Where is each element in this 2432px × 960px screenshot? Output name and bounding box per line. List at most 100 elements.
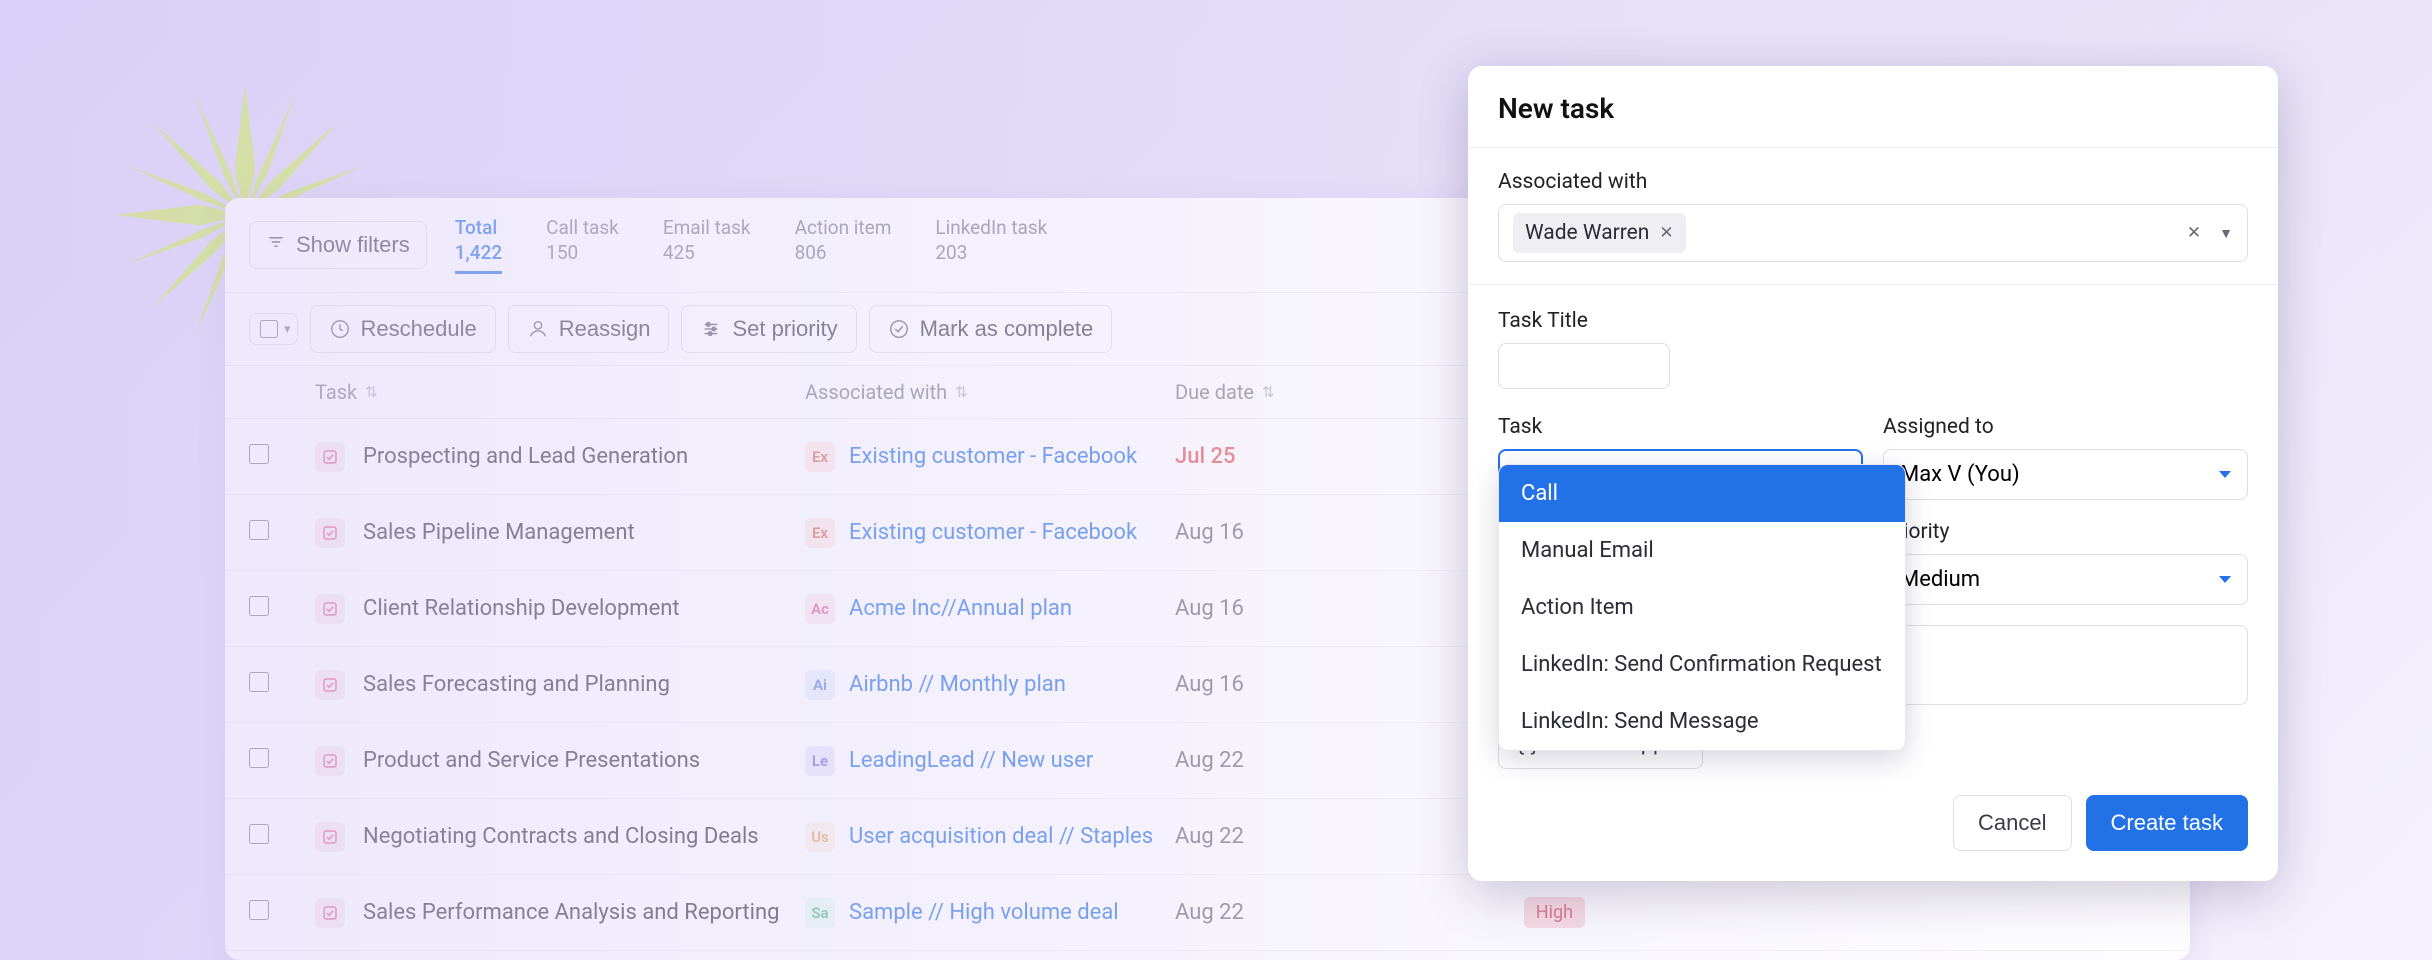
associated-badge: Ex <box>805 518 835 548</box>
dropdown-item[interactable]: LinkedIn: Send Confirmation Request <box>1499 636 1905 693</box>
set-priority-label: Set priority <box>732 316 837 342</box>
task-check-icon <box>315 898 345 928</box>
chip-remove-icon[interactable]: ✕ <box>1659 223 1673 243</box>
stat-tab-label: Total <box>455 216 502 241</box>
due-date: Jul 25 <box>1175 444 1405 469</box>
col-associated-label: Associated with <box>805 380 947 404</box>
task-check-icon <box>315 594 345 624</box>
task-name: Sales Performance Analysis and Reporting <box>363 900 779 925</box>
modal-footer: Cancel Create task <box>1468 769 2278 881</box>
due-date: Aug 22 <box>1175 748 1405 773</box>
task-name: Prospecting and Lead Generation <box>363 444 688 469</box>
due-date: Aug 16 <box>1175 520 1405 545</box>
set-priority-button[interactable]: Set priority <box>681 305 856 353</box>
assigned-to-select[interactable]: Max V (You) <box>1883 449 2248 500</box>
show-filters-button[interactable]: Show filters <box>249 221 427 269</box>
clear-icon[interactable]: ✕ <box>2187 223 2201 243</box>
assigned-to-value: Max V (You) <box>1900 462 2020 487</box>
associated-badge: Us <box>805 822 835 852</box>
associated-badge: Ex <box>805 442 835 472</box>
stat-tab-value: 203 <box>935 241 1047 266</box>
select-all-input[interactable] <box>260 320 278 338</box>
reassign-label: Reassign <box>559 316 651 342</box>
task-name: Product and Service Presentations <box>363 748 700 773</box>
priority-select[interactable]: Medium <box>1883 554 2248 605</box>
sort-icon: ⇅ <box>365 383 378 401</box>
task-check-icon <box>315 746 345 776</box>
create-task-button[interactable]: Create task <box>2086 795 2249 851</box>
associated-link[interactable]: Sample // High volume deal <box>849 900 1119 925</box>
reschedule-label: Reschedule <box>361 316 477 342</box>
check-circle-icon <box>888 318 910 340</box>
dropdown-item[interactable]: Action Item <box>1499 579 1905 636</box>
dropdown-item[interactable]: LinkedIn: Send Message <box>1499 693 1905 750</box>
row-checkbox[interactable] <box>249 672 269 692</box>
priority-badge: High <box>1524 897 1585 928</box>
filter-icon <box>266 232 286 258</box>
due-date: Aug 16 <box>1175 596 1405 621</box>
associated-link[interactable]: Acme Inc//Annual plan <box>849 596 1072 621</box>
reschedule-button[interactable]: Reschedule <box>310 305 496 353</box>
col-due-label: Due date <box>1175 380 1254 404</box>
row-checkbox[interactable] <box>249 444 269 464</box>
stat-tab[interactable]: Total1,422 <box>455 216 502 274</box>
associated-badge: Le <box>805 746 835 776</box>
associated-with-label: Associated with <box>1498 170 2248 194</box>
chevron-down-icon: ▾ <box>284 322 291 337</box>
select-all-checkbox[interactable]: ▾ <box>249 313 298 345</box>
associated-link[interactable]: User acquisition deal // Staples <box>849 824 1153 849</box>
associated-badge: Ai <box>805 670 835 700</box>
dropdown-item[interactable]: Call <box>1499 465 1905 522</box>
task-check-icon <box>315 822 345 852</box>
stat-tab[interactable]: Call task150 <box>546 216 619 274</box>
row-checkbox[interactable] <box>249 520 269 540</box>
task-name: Sales Forecasting and Planning <box>363 672 670 697</box>
cancel-button[interactable]: Cancel <box>1953 795 2071 851</box>
stat-tab-value: 425 <box>663 241 751 266</box>
chevron-down-icon <box>2219 471 2231 478</box>
row-checkbox[interactable] <box>249 824 269 844</box>
due-date: Aug 16 <box>1175 672 1405 697</box>
table-row: Sales Performance Analysis and Reporting… <box>225 875 2190 951</box>
col-task-label: Task <box>315 380 357 404</box>
task-name: Client Relationship Development <box>363 596 680 621</box>
row-checkbox[interactable] <box>249 596 269 616</box>
reassign-button[interactable]: Reassign <box>508 305 670 353</box>
associated-link[interactable]: LeadingLead // New user <box>849 748 1093 773</box>
sliders-icon <box>700 318 722 340</box>
associated-link[interactable]: Airbnb // Monthly plan <box>849 672 1066 697</box>
associated-chip: Wade Warren ✕ <box>1513 213 1686 253</box>
associated-with-field[interactable]: Wade Warren ✕ ✕ ▼ <box>1498 204 2248 262</box>
col-due[interactable]: Due date ⇅ <box>1175 380 1405 404</box>
sort-icon: ⇅ <box>955 383 968 401</box>
stat-tab[interactable]: Action item806 <box>795 216 892 274</box>
task-name: Sales Pipeline Management <box>363 520 635 545</box>
row-checkbox[interactable] <box>249 900 269 920</box>
modal-title: New task <box>1498 92 2248 125</box>
stat-tab-value: 150 <box>546 241 619 266</box>
user-icon <box>527 318 549 340</box>
task-type-label: Task <box>1498 415 1863 439</box>
stat-tab[interactable]: LinkedIn task203 <box>935 216 1047 274</box>
due-date: Aug 22 <box>1175 824 1405 849</box>
stat-tab-label: Email task <box>663 216 751 241</box>
dropdown-item[interactable]: Manual Email <box>1499 522 1905 579</box>
chevron-down-icon[interactable]: ▼ <box>2219 225 2233 242</box>
divider <box>1468 284 2278 285</box>
row-checkbox[interactable] <box>249 748 269 768</box>
task-check-icon <box>315 670 345 700</box>
associated-link[interactable]: Existing customer - Facebook <box>849 444 1137 469</box>
task-type-dropdown: CallManual EmailAction ItemLinkedIn: Sen… <box>1498 464 1906 751</box>
task-name: Negotiating Contracts and Closing Deals <box>363 824 759 849</box>
associated-link[interactable]: Existing customer - Facebook <box>849 520 1137 545</box>
col-associated[interactable]: Associated with ⇅ <box>805 380 1175 404</box>
stat-tab-value: 806 <box>795 241 892 266</box>
mark-complete-label: Mark as complete <box>920 316 1094 342</box>
stat-tabs: Total1,422 Call task150 Email task425 Actio… <box>455 216 1048 274</box>
show-filters-label: Show filters <box>296 232 410 258</box>
chip-label: Wade Warren <box>1525 221 1649 245</box>
task-title-input[interactable] <box>1498 343 1670 389</box>
col-task[interactable]: Task ⇅ <box>315 380 805 404</box>
stat-tab[interactable]: Email task425 <box>663 216 751 274</box>
mark-complete-button[interactable]: Mark as complete <box>869 305 1113 353</box>
